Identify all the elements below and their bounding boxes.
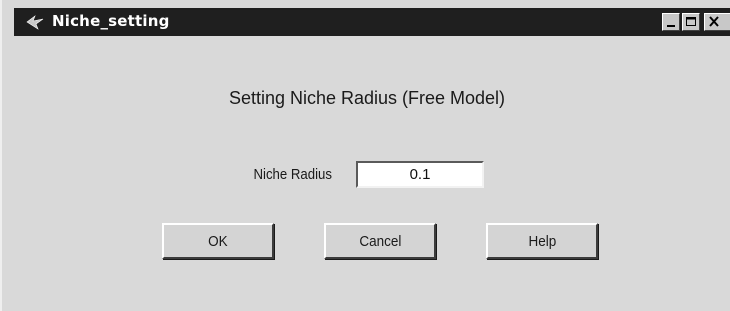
close-icon bbox=[709, 16, 719, 27]
maximize-icon bbox=[686, 17, 696, 26]
cancel-button-label: Cancel bbox=[358, 232, 402, 250]
title-bar[interactable]: Niche_setting bbox=[14, 8, 730, 36]
minimize-button[interactable] bbox=[662, 13, 680, 31]
niche-radius-input[interactable] bbox=[356, 161, 484, 188]
help-button-label: Help bbox=[528, 232, 556, 250]
dialog-heading: Setting Niche Radius (Free Model) bbox=[228, 88, 506, 108]
help-button[interactable]: Help bbox=[486, 223, 598, 259]
dialog-window: Niche_setting Setting Niche Radius (Free… bbox=[0, 0, 730, 311]
maximize-button[interactable] bbox=[682, 13, 700, 31]
window-title: Niche_setting bbox=[52, 12, 170, 30]
app-icon bbox=[26, 14, 44, 30]
cancel-button[interactable]: Cancel bbox=[324, 223, 436, 259]
niche-radius-label: Niche Radius bbox=[253, 166, 332, 183]
ok-button[interactable]: OK bbox=[162, 223, 274, 259]
close-button[interactable] bbox=[704, 13, 730, 31]
minimize-icon bbox=[667, 25, 675, 27]
ok-button-label: OK bbox=[208, 232, 228, 250]
